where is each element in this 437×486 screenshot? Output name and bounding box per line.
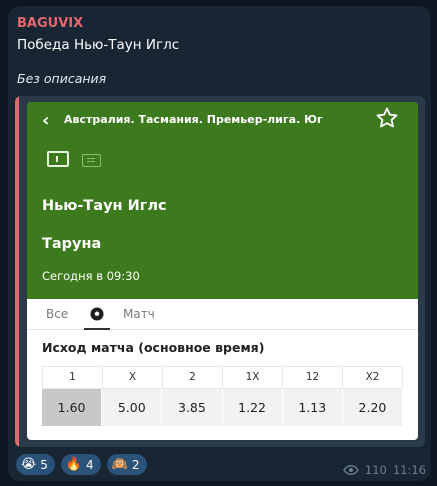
team-away: Таруна	[42, 236, 102, 252]
odds-label: 1	[42, 366, 102, 389]
match-card[interactable]: ‹ Австралия. Тасмания. Премьер-лига. Юг …	[27, 102, 418, 440]
soccer-ball-icon	[90, 307, 104, 321]
odds-header-row: 1 X 2 1X 12 X2	[42, 366, 403, 389]
odds-value-row: 1.60 5.00 3.85 1.22 1.13 2.20	[42, 389, 404, 426]
tab-all[interactable]: Все	[46, 307, 68, 321]
odds-button[interactable]: 2.20	[342, 389, 404, 426]
eye-icon	[343, 465, 359, 475]
odds-button[interactable]: 5.00	[102, 389, 163, 426]
star-icon[interactable]	[375, 106, 399, 130]
message-meta: 110 11:16	[343, 463, 426, 477]
odds-label: 2	[162, 366, 222, 389]
match-header: ‹ Австралия. Тасмания. Премьер-лига. Юг …	[27, 102, 418, 299]
sender-name[interactable]: BAGUVIX	[17, 16, 83, 31]
odds-label: X	[102, 366, 162, 389]
reactions: 😭 5 🔥 4 🙉 2	[16, 454, 147, 475]
reaction-fire[interactable]: 🔥 4	[60, 454, 101, 475]
tab-football[interactable]	[84, 299, 110, 330]
reaction-count: 2	[131, 457, 140, 472]
match-time: Сегодня в 09:30	[42, 269, 140, 283]
video-icon[interactable]	[82, 154, 101, 167]
reaction-count: 5	[40, 457, 48, 472]
market-title: Исход матча (основное время)	[42, 340, 265, 355]
reaction-monkey[interactable]: 🙉 2	[106, 454, 147, 475]
tabs-bar: Все Матч	[27, 299, 418, 330]
crying-face-icon: 😭	[21, 457, 37, 472]
view-count: 110	[364, 463, 387, 477]
odds-button[interactable]: 3.85	[162, 389, 223, 426]
league-title: Австралия. Тасмания. Премьер-лига. Юг	[64, 113, 323, 126]
odds-button[interactable]: 1.60	[42, 389, 103, 426]
hear-no-evil-monkey-icon: 🙉	[111, 457, 128, 472]
back-arrow-icon[interactable]: ‹	[42, 110, 49, 131]
odds-label: X2	[342, 366, 403, 389]
odds-button[interactable]: 1.22	[222, 389, 283, 426]
team-home: Нью-Таун Иглс	[42, 198, 167, 214]
preview-accent-bar	[15, 96, 19, 447]
tab-match[interactable]: Матч	[123, 307, 155, 321]
message-description: Без описания	[17, 71, 107, 86]
reaction-count: 4	[86, 457, 94, 472]
odds-table: 1 X 2 1X 12 X2 1.60 5.00 3.85 1.22 1.13 …	[42, 366, 404, 426]
message-time: 11:16	[392, 463, 426, 477]
reaction-crying[interactable]: 😭 5	[16, 454, 55, 475]
fire-icon: 🔥	[65, 457, 83, 472]
odds-button[interactable]: 1.13	[282, 389, 343, 426]
odds-label: 12	[282, 366, 342, 389]
stats-icon[interactable]	[47, 151, 69, 167]
message-title: Победа Нью-Таун Иглс	[17, 37, 180, 53]
odds-label: 1X	[222, 366, 282, 389]
